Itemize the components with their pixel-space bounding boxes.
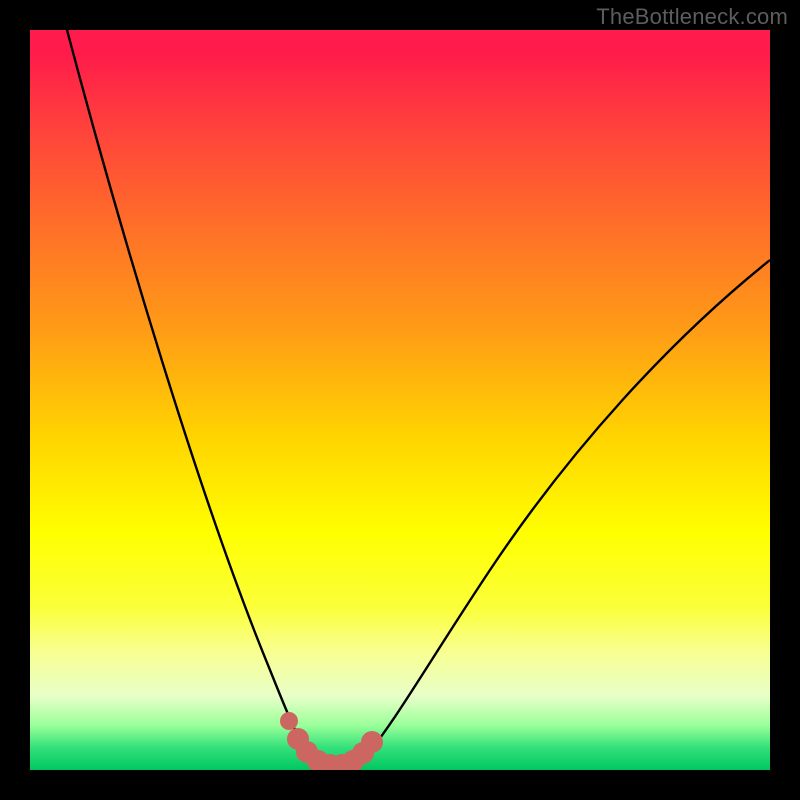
- bottleneck-curve: [67, 30, 770, 767]
- watermark-text: TheBottleneck.com: [596, 4, 788, 30]
- plot-area: [30, 30, 770, 770]
- marker-dot: [361, 731, 383, 753]
- curve-layer: [30, 30, 770, 770]
- highlight-markers: [280, 712, 383, 770]
- chart-frame: TheBottleneck.com: [0, 0, 800, 800]
- marker-dot: [280, 712, 298, 730]
